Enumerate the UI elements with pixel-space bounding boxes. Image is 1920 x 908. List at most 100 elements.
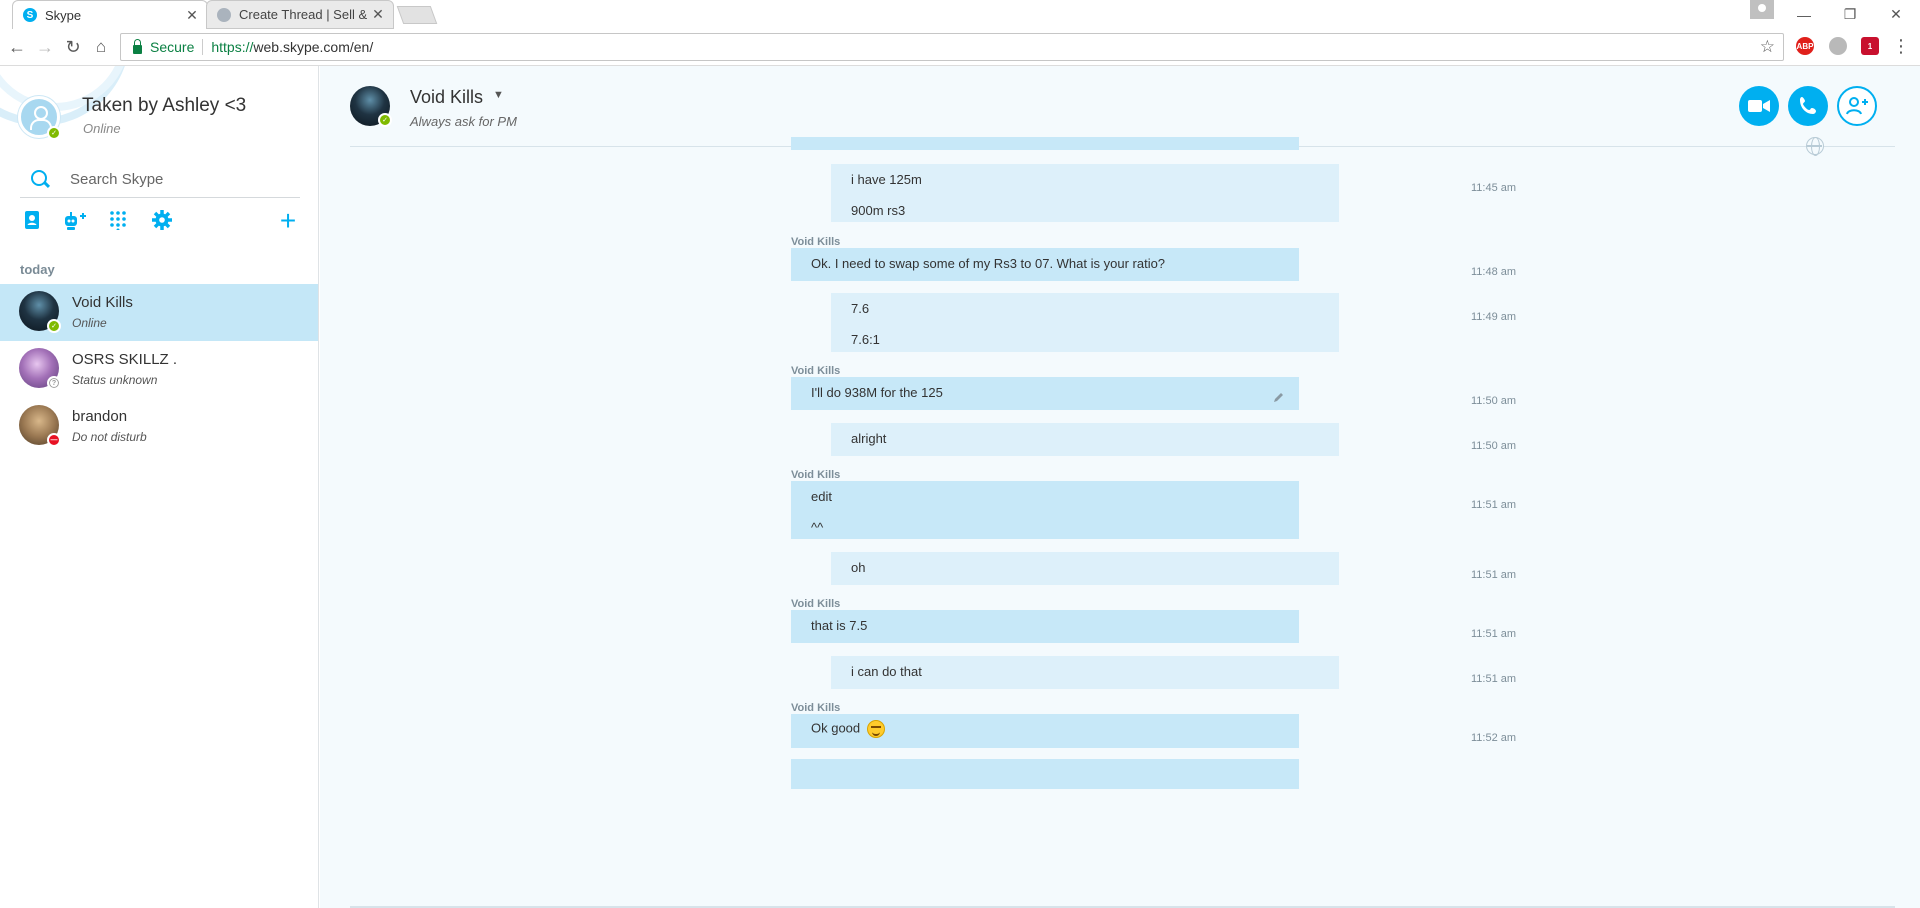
- edited-pencil-icon: [1274, 393, 1283, 402]
- address-bar[interactable]: Secure https://web.skype.com/en/ ☆: [120, 33, 1784, 61]
- contact-mood: Always ask for PM: [410, 114, 517, 129]
- audio-call-icon: [1800, 97, 1816, 114]
- presence-unknown-icon: ?: [47, 376, 61, 390]
- profile-icon[interactable]: [1750, 0, 1774, 19]
- contact-status: Do not disturb: [72, 430, 147, 444]
- minimize-icon[interactable]: —: [1781, 7, 1827, 23]
- contact-status: Online: [72, 316, 107, 330]
- message-time: 11:52 am: [1471, 732, 1517, 744]
- lock-icon: [133, 38, 142, 54]
- shield-favicon-icon: [217, 7, 231, 22]
- search-input[interactable]: [70, 171, 290, 188]
- conversation-header: ✓ Void Kills ▼ Always ask for PM: [320, 66, 1920, 146]
- reload-icon[interactable]: ↻: [62, 36, 84, 58]
- presence-dnd-icon: —: [47, 433, 61, 447]
- smile-emoji-icon: [866, 720, 885, 738]
- skype-app: ✓ Taken by Ashley <3 Online + today: [0, 66, 1920, 908]
- home-icon[interactable]: ⌂: [90, 36, 112, 58]
- message-time: 11:51 am: [1471, 673, 1517, 685]
- my-display-name[interactable]: Taken by Ashley <3: [82, 95, 246, 117]
- contact-name: Void Kills: [72, 294, 133, 311]
- message-bubble[interactable]: I'll do 938M for the 125: [791, 377, 1299, 410]
- recent-section-label: today: [20, 262, 55, 277]
- sidebar-toolbar: +: [20, 207, 300, 240]
- close-tab-icon[interactable]: ✕: [183, 7, 201, 24]
- contacts-icon[interactable]: [20, 210, 44, 234]
- adblock-label: ABP: [1796, 41, 1814, 51]
- extension-red-icon[interactable]: 1: [1861, 37, 1879, 55]
- message-bubble[interactable]: Ok good: [791, 714, 1299, 748]
- presence-online-icon: ✓: [47, 319, 61, 333]
- restore-icon[interactable]: ❐: [1827, 6, 1873, 23]
- message-text: ^^: [811, 520, 824, 535]
- message-text: Ok good: [811, 720, 861, 736]
- url-path: web.skype.com/en/: [253, 39, 374, 55]
- close-window-icon[interactable]: ✕: [1873, 6, 1919, 23]
- extension-gray-icon[interactable]: [1829, 37, 1847, 55]
- conversation-title[interactable]: Void Kills: [410, 87, 483, 108]
- contact-status: Status unknown: [72, 373, 158, 387]
- message-bubble[interactable]: edit ^^: [791, 481, 1299, 539]
- window-controls: — ❐ ✕: [1781, 0, 1919, 29]
- message-time: 11:50 am: [1471, 440, 1517, 452]
- video-call-icon: [1748, 100, 1770, 112]
- message-sender: Void Kills: [791, 598, 841, 610]
- message-text: i have 125m: [851, 172, 922, 187]
- settings-icon[interactable]: [150, 210, 174, 234]
- contact-brandon[interactable]: — brandon Do not disturb: [0, 398, 318, 455]
- chevron-down-icon[interactable]: ▼: [493, 89, 504, 101]
- browser-toolbar: ← → ↻ ⌂ Secure https://web.skype.com/en/…: [0, 29, 1920, 66]
- my-presence-icon: ✓: [47, 126, 61, 140]
- tab-title: Skype: [45, 7, 82, 23]
- message-time: 11:51 am: [1471, 499, 1517, 511]
- video-call-button[interactable]: [1739, 86, 1779, 126]
- message-bubble[interactable]: Ok. I need to swap some of my Rs3 to 07.…: [791, 248, 1299, 281]
- extension-badge: 1: [1867, 41, 1873, 51]
- new-tab-button[interactable]: [396, 6, 438, 24]
- add-icon[interactable]: +: [276, 207, 300, 235]
- tab-title: Create Thread | Sell & Tr: [239, 7, 369, 22]
- message-text: 900m rs3: [851, 203, 906, 218]
- back-icon[interactable]: ←: [6, 36, 28, 58]
- dialpad-icon[interactable]: [106, 210, 130, 234]
- secure-label: Secure: [150, 39, 195, 55]
- message-bubble[interactable]: 7.6 7.6:1: [831, 293, 1339, 352]
- message-text: Ok. I need to swap some of my Rs3 to 07.…: [811, 256, 1166, 271]
- my-status[interactable]: Online: [83, 121, 121, 136]
- message-sender: Void Kills: [791, 469, 841, 481]
- presence-online-icon: ✓: [378, 113, 392, 127]
- browser-menu-icon[interactable]: ⋮: [1892, 36, 1910, 56]
- message-bubble[interactable]: i can do that: [831, 656, 1339, 689]
- message-time: 11:49 am: [1471, 311, 1517, 323]
- search-box[interactable]: [20, 162, 300, 198]
- message-text: I'll do 938M for the 125: [811, 385, 943, 400]
- adblock-plus-icon[interactable]: ABP: [1796, 37, 1814, 55]
- message-sender: Void Kills: [791, 236, 841, 248]
- sidebar: ✓ Taken by Ashley <3 Online + today: [0, 66, 319, 908]
- close-tab-icon[interactable]: ✕: [369, 6, 387, 23]
- message-text: i can do that: [851, 664, 922, 679]
- search-icon[interactable]: [31, 169, 51, 190]
- message-text: that is 7.5: [811, 618, 868, 633]
- tab-create-thread[interactable]: Create Thread | Sell & Tr ✕: [206, 0, 394, 29]
- contact-void-kills[interactable]: ✓ Void Kills Online: [0, 284, 318, 341]
- contact-osrs-skillz[interactable]: ? OSRS SKILLZ . Status unknown: [0, 341, 318, 398]
- message-list: i have 125m 900m rs3 11:45 am Void Kills…: [320, 137, 1920, 908]
- message-bubble[interactable]: i have 125m 900m rs3: [831, 164, 1339, 222]
- url-scheme: https://: [211, 39, 254, 55]
- message-bubble[interactable]: that is 7.5: [791, 610, 1299, 643]
- divider: [202, 39, 204, 55]
- contact-name: OSRS SKILLZ .: [72, 351, 178, 368]
- message-sender: Void Kills: [791, 702, 841, 714]
- message-bubble[interactable]: oh: [831, 552, 1339, 585]
- message-time: 11:48 am: [1471, 266, 1517, 278]
- add-bot-icon[interactable]: [62, 210, 86, 234]
- add-participant-icon: [1846, 97, 1868, 115]
- tab-skype[interactable]: S Skype ✕: [12, 0, 208, 29]
- add-participant-button[interactable]: [1837, 86, 1877, 126]
- message-text: 7.6:1: [851, 332, 880, 347]
- audio-call-button[interactable]: [1788, 86, 1828, 126]
- message-bubble[interactable]: alright: [831, 423, 1339, 456]
- forward-icon[interactable]: →: [34, 36, 56, 58]
- bookmark-star-icon[interactable]: ☆: [1760, 37, 1775, 57]
